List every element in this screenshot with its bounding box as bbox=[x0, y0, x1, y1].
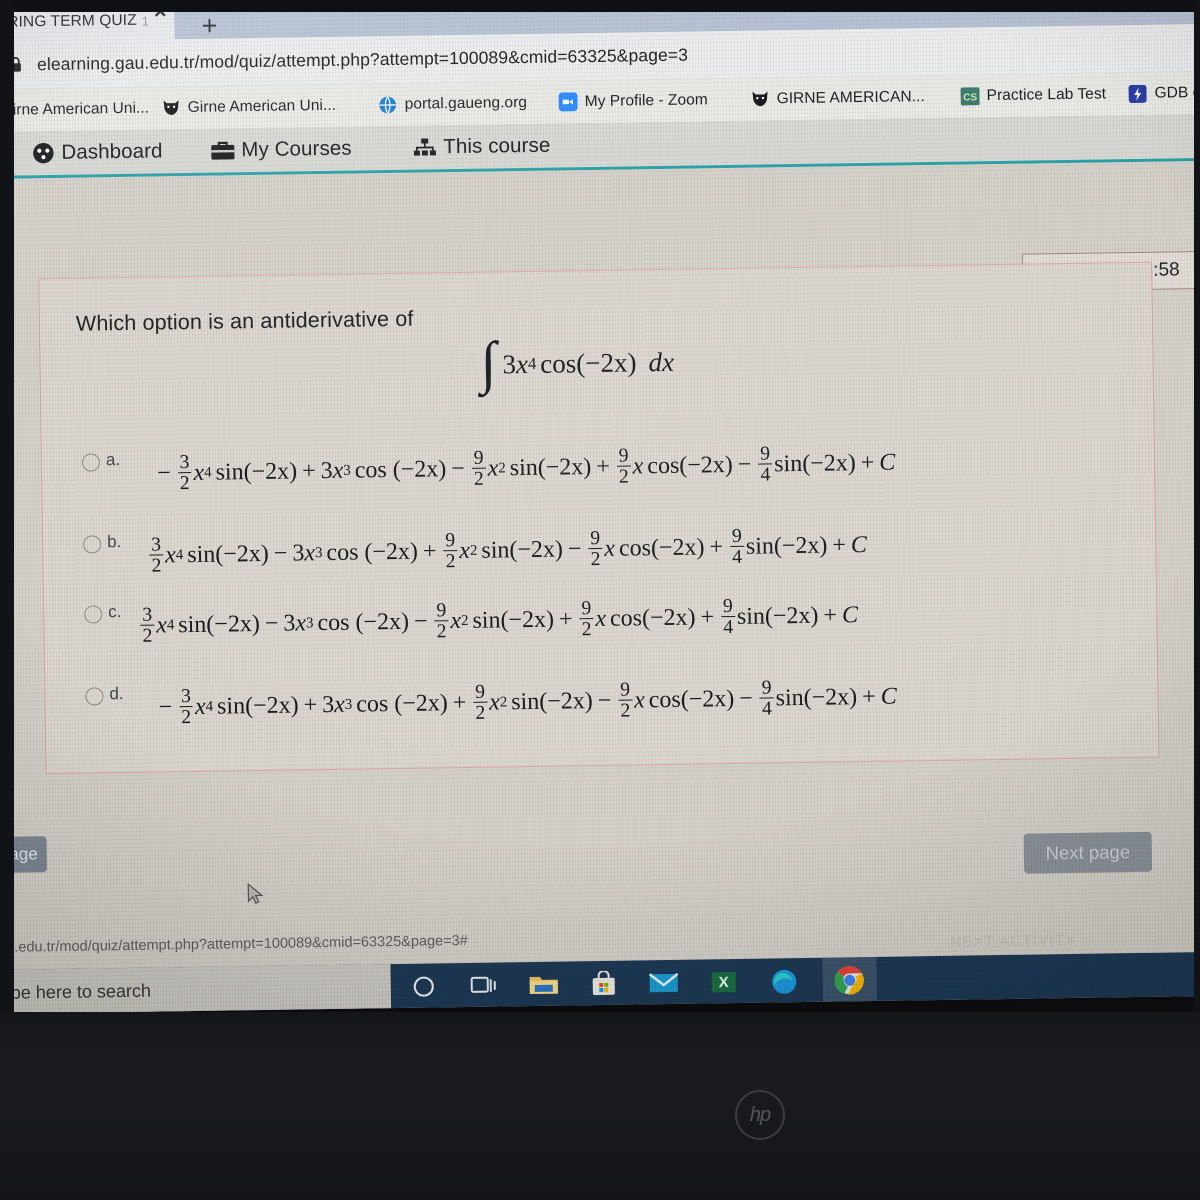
sitemap-icon bbox=[412, 135, 437, 160]
file-explorer-icon[interactable] bbox=[529, 970, 559, 1000]
option-letter-d: d. bbox=[109, 684, 124, 704]
task-view-icon[interactable] bbox=[469, 971, 499, 1001]
mouse-cursor bbox=[247, 882, 265, 909]
bookmark-girne-american-uni-2[interactable]: Girne American Uni... bbox=[160, 84, 336, 130]
mail-icon[interactable] bbox=[648, 968, 679, 998]
integral-trig: cos(−2x) bbox=[540, 347, 637, 379]
question-integral-expression: ∫ 3 x 4 cos(−2x) dx bbox=[480, 329, 675, 395]
next-page-label: Next page bbox=[1045, 841, 1131, 864]
nav-item-dashboard[interactable]: Dashboard bbox=[30, 129, 163, 175]
bookmark-label: portal.gaueng.org bbox=[404, 93, 528, 113]
cs-icon: CS bbox=[959, 86, 980, 106]
edge-icon[interactable] bbox=[769, 966, 799, 996]
integral-power: 4 bbox=[527, 354, 537, 374]
dashboard-icon bbox=[30, 140, 55, 165]
globe-blue-icon bbox=[378, 94, 398, 114]
answer-option-d: d. −3 2 x 4 sin(−2x) +3 x 3 cos (−2x) +9 2 x 2 sin(… bbox=[45, 667, 1157, 728]
bookmark-label: Girne American Uni... bbox=[187, 96, 337, 116]
screen-content: SPRING TERM QUIZ 1 ✕ + elearning.gau.edu… bbox=[0, 0, 1200, 1014]
taskbar-icon-group: X bbox=[398, 958, 799, 1010]
bolt-icon bbox=[1127, 83, 1147, 103]
option-letter-c: c. bbox=[108, 602, 122, 622]
radio-option-c[interactable] bbox=[84, 605, 103, 624]
svg-text:CS: CS bbox=[963, 92, 977, 103]
cortana-icon[interactable] bbox=[409, 971, 439, 1001]
briefcase-icon bbox=[210, 138, 235, 163]
zoom-icon bbox=[558, 92, 578, 112]
bookmark-girne-american-uni-1[interactable]: Girne American Uni... bbox=[0, 87, 150, 133]
microsoft-store-icon[interactable] bbox=[589, 969, 619, 999]
monitor-bezel-bottom: hp bbox=[0, 1012, 1200, 1200]
integral-variable: x bbox=[515, 348, 529, 380]
monitor-bezel-right bbox=[1194, 0, 1200, 1020]
integral-coefficient: 3 bbox=[502, 349, 517, 380]
bookmark-label: Girne American Uni... bbox=[0, 99, 150, 119]
svg-text:X: X bbox=[719, 974, 729, 991]
bookmark-portal-gaueng[interactable]: portal.gaueng.org bbox=[377, 81, 527, 126]
bookmark-label: Practice Lab Test bbox=[986, 84, 1107, 104]
option-letter-a: a. bbox=[105, 450, 121, 470]
url-text: elearning.gau.edu.tr/mod/quiz/attempt.ph… bbox=[36, 44, 689, 75]
wolf-icon bbox=[749, 89, 769, 109]
option-c-formula: 3 2 x 4 sin(−2x) −3 x 3 cos (−2x) −9 2 x 2 sin(−2x)… bbox=[140, 594, 859, 647]
next-activity-label: NEXT ACTIVITY bbox=[950, 931, 1077, 951]
option-b-formula: 3 2 x 4 sin(−2x) −3 x 3 cos (−2x) +9 2 x 2 sin(−2x)… bbox=[149, 524, 868, 577]
question-text: Which option is an antiderivative of bbox=[75, 306, 414, 336]
monitor-photo: SPRING TERM QUIZ 1 ✕ + elearning.gau.edu… bbox=[0, 0, 1200, 1200]
option-d-formula: −3 2 x 4 sin(−2x) +3 x 3 cos (−2x) +9 2 x 2 sin(−2x… bbox=[158, 676, 897, 729]
bookmark-my-profile-zoom[interactable]: My Profile - Zoom bbox=[557, 78, 708, 123]
hp-logo: hp bbox=[735, 1090, 785, 1140]
bookmark-practice-lab-test[interactable]: CS Practice Lab Test bbox=[959, 72, 1106, 117]
radio-option-d[interactable] bbox=[85, 687, 104, 706]
integral-differential: dx bbox=[648, 346, 675, 378]
wolf-icon bbox=[161, 98, 181, 118]
radio-option-a[interactable] bbox=[81, 453, 101, 472]
chrome-icon[interactable] bbox=[834, 965, 865, 995]
nav-item-label: This course bbox=[443, 133, 551, 159]
radio-option-b[interactable] bbox=[83, 535, 102, 554]
option-a-formula: −3 2 x 4 sin(−2x) +3 x 3 cos (−2x) −9 2 x 2 sin(−2x… bbox=[156, 442, 896, 495]
nav-item-label: Dashboard bbox=[61, 139, 163, 164]
bookmark-girne-american-caps[interactable]: GIRNE AMERICAN... bbox=[749, 75, 925, 121]
answer-option-c: c. 3 2 x 4 sin(−2x) −3 x 3 cos (−2x) −9 2 x 2 sin(−… bbox=[44, 585, 1156, 647]
nav-item-my-courses[interactable]: My Courses bbox=[210, 127, 352, 173]
monitor-bezel-top bbox=[0, 0, 1200, 12]
bookmark-gdb-online[interactable]: GDB on bbox=[1127, 71, 1200, 115]
bookmark-label: My Profile - Zoom bbox=[584, 90, 708, 110]
tab-title-ellipsis: 1 bbox=[141, 13, 150, 29]
tab-title: SPRING TERM QUIZ bbox=[0, 11, 137, 31]
question-box: Which option is an antiderivative of ∫ 3… bbox=[38, 261, 1160, 775]
next-page-button[interactable]: Next page bbox=[1023, 831, 1153, 874]
bookmark-label: GIRNE AMERICAN... bbox=[776, 87, 925, 107]
option-letter-b: b. bbox=[106, 532, 122, 552]
search-placeholder: pe here to search bbox=[10, 980, 152, 1003]
monitor-bezel-left bbox=[0, 0, 14, 1020]
answer-option-b: b. 3 2 x 4 sin(−2x) −3 x 3 cos (−2x) +9 2 x 2 sin(−… bbox=[43, 515, 1155, 577]
nav-item-this-course[interactable]: This course bbox=[412, 124, 551, 170]
excel-icon[interactable]: X bbox=[709, 967, 739, 997]
integral-sign: ∫ bbox=[480, 329, 497, 395]
search-input[interactable]: pe here to search bbox=[0, 964, 392, 1014]
nav-item-label: My Courses bbox=[241, 136, 352, 162]
answer-option-a: a. −3 2 x 4 sin(−2x) +3 x 3 cos (−2x) −9 2 x 2 sin(… bbox=[42, 433, 1154, 494]
